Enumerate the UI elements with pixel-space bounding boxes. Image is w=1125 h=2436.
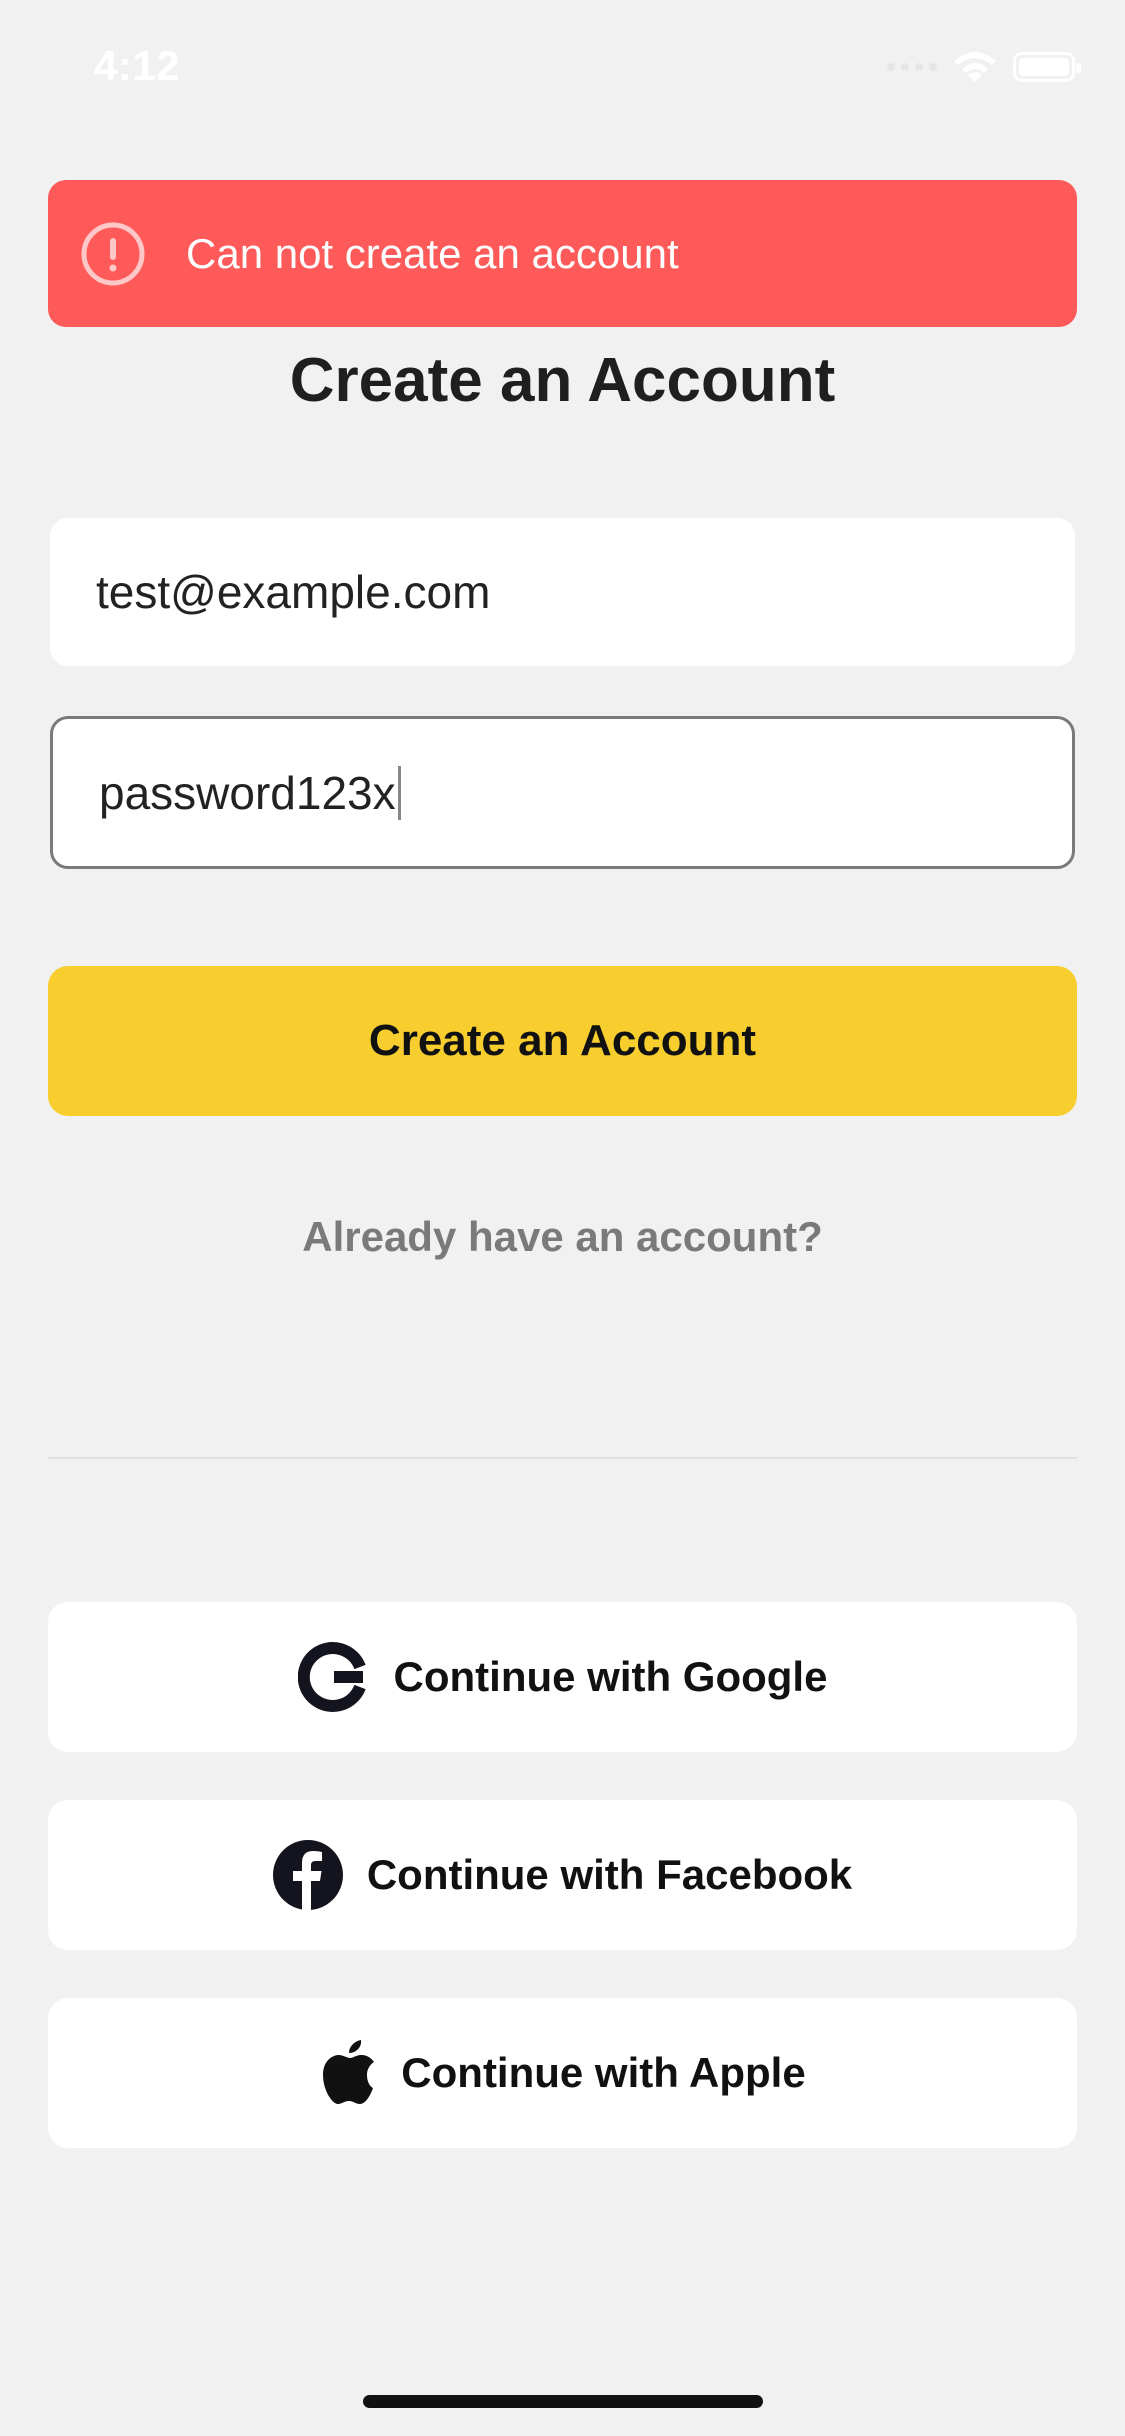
signal-icon <box>887 63 937 71</box>
facebook-button-label: Continue with Facebook <box>366 1851 853 1898</box>
error-message: Can not create an account <box>186 229 679 277</box>
create-account-button-label: Create an Account <box>368 1016 757 1065</box>
facebook-icon <box>272 1840 343 1910</box>
apple-icon <box>319 2040 377 2106</box>
password-value: password123x <box>99 766 396 819</box>
page-title: Create an Account <box>289 346 836 415</box>
error-banner: Can not create an account <box>48 180 1077 327</box>
divider <box>48 1457 1077 1459</box>
create-account-button[interactable]: Create an Account <box>48 966 1077 1116</box>
text-cursor <box>397 765 401 820</box>
status-time: 4:12 <box>94 42 181 89</box>
status-icons <box>887 48 1081 86</box>
apple-button-label: Continue with Apple <box>401 2049 806 2096</box>
email-field[interactable]: test@example.com <box>50 518 1075 666</box>
google-button-label: Continue with Google <box>393 1653 828 1700</box>
battery-icon <box>1013 52 1081 82</box>
wifi-icon <box>949 48 1001 86</box>
alert-circle-icon <box>80 221 146 287</box>
continue-with-facebook-button[interactable]: Continue with Facebook <box>48 1800 1077 1950</box>
home-indicator <box>363 2395 763 2408</box>
continue-with-google-button[interactable]: Continue with Google <box>48 1602 1077 1752</box>
signin-link[interactable]: Already have an account? <box>0 1213 1125 1261</box>
password-field[interactable]: password123x <box>50 716 1075 869</box>
continue-with-apple-button[interactable]: Continue with Apple <box>48 1998 1077 2148</box>
email-value: test@example.com <box>96 566 491 618</box>
google-icon <box>297 1641 370 1713</box>
